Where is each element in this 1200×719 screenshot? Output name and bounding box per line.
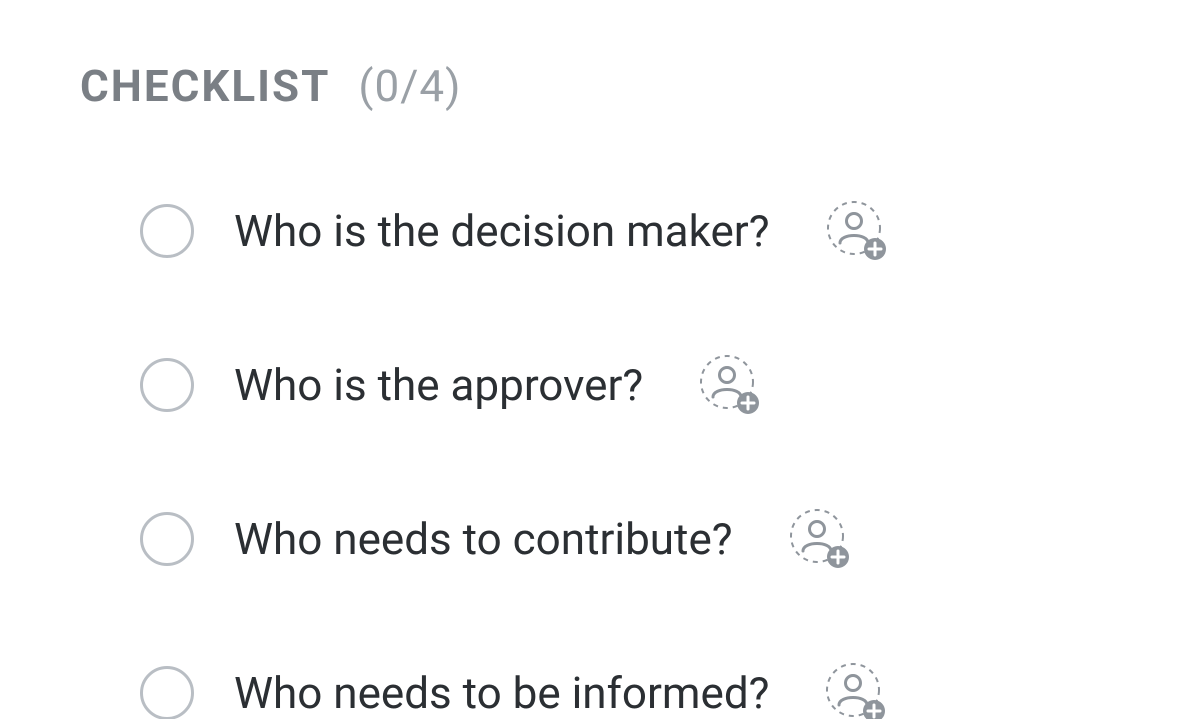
checklist-header: CHECKLIST (0/4) <box>80 60 1120 112</box>
item-label[interactable]: Who is the approver? <box>234 359 643 411</box>
item-label[interactable]: Who needs to be informed? <box>234 667 769 719</box>
checklist-list: Who is the decision maker? Who is the ap… <box>80 200 1120 719</box>
item-checkbox[interactable] <box>140 204 194 258</box>
checklist-item: Who needs to be informed? <box>140 662 1120 719</box>
checklist-title: CHECKLIST <box>80 60 330 112</box>
checklist-item: Who is the decision maker? <box>140 200 1120 262</box>
assign-person-icon[interactable] <box>825 662 887 719</box>
assign-person-icon[interactable] <box>789 508 851 570</box>
item-label[interactable]: Who is the decision maker? <box>234 205 770 257</box>
assign-person-icon[interactable] <box>826 200 888 262</box>
item-checkbox[interactable] <box>140 666 194 719</box>
item-checkbox[interactable] <box>140 512 194 566</box>
checklist-panel: CHECKLIST (0/4) Who is the decision make… <box>0 0 1200 719</box>
checklist-item: Who is the approver? <box>140 354 1120 416</box>
assign-person-icon[interactable] <box>699 354 761 416</box>
checklist-item: Who needs to contribute? <box>140 508 1120 570</box>
checklist-count: (0/4) <box>358 60 461 112</box>
item-label[interactable]: Who needs to contribute? <box>234 513 733 565</box>
item-checkbox[interactable] <box>140 358 194 412</box>
